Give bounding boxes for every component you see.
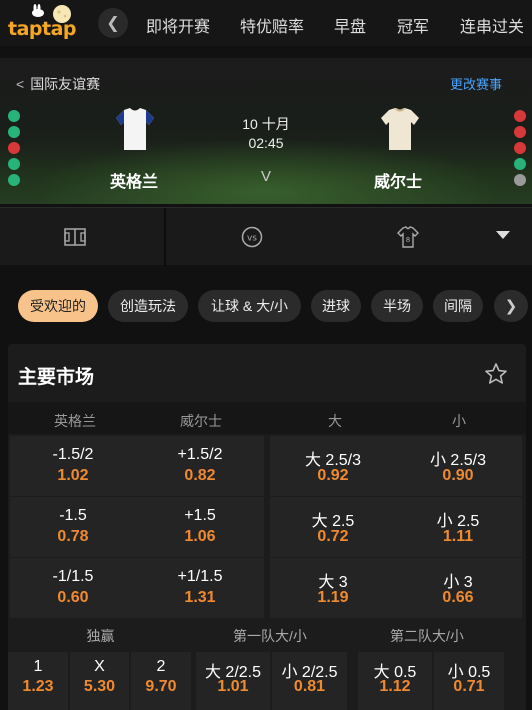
section-title: 主要市场 xyxy=(18,367,95,388)
favorite-star-icon[interactable] xyxy=(484,362,508,386)
odds-line: 1 xyxy=(33,658,43,675)
odds-price: 0.92 xyxy=(317,467,349,484)
odds-cell[interactable]: 大 3 1.19 xyxy=(270,558,396,618)
match-date: 10 十月 xyxy=(242,116,290,132)
odds-cell[interactable]: 大 2.5 0.72 xyxy=(270,497,396,557)
change-match-link[interactable]: 更改赛事 xyxy=(450,74,502,93)
odds-cell[interactable]: 小 3 0.66 xyxy=(394,558,522,618)
league-breadcrumb[interactable]: < 国际友谊赛 xyxy=(16,74,100,94)
league-name: 国际友谊赛 xyxy=(30,76,101,92)
odds-cell[interactable]: -1/1.5 0.60 xyxy=(10,558,136,618)
odds-line: +1.5 xyxy=(184,507,216,524)
header-under: 小 xyxy=(452,413,466,429)
pitch-icon[interactable] xyxy=(64,226,86,248)
odds-line: -1.5/2 xyxy=(52,446,94,463)
filter-goals[interactable]: 进球 xyxy=(311,290,361,322)
svg-text:vs: vs xyxy=(247,234,257,244)
svg-text:8: 8 xyxy=(406,236,410,244)
odds-price: 1.02 xyxy=(57,467,89,484)
odds-price: 1.31 xyxy=(184,589,216,606)
odds-price: 1.11 xyxy=(442,528,474,545)
header-over: 大 xyxy=(328,413,342,429)
filter-create-bet[interactable]: 创造玩法 xyxy=(108,290,188,322)
odds-line: -1/1.5 xyxy=(52,568,94,585)
filter-half[interactable]: 半场 xyxy=(371,290,423,322)
odds-cell[interactable]: 2 9.70 xyxy=(131,652,191,710)
chevron-left-icon: ❮ xyxy=(106,15,120,32)
tab-parlay[interactable]: 连串过关 xyxy=(460,13,524,37)
market-filter-bar: 受欢迎的 创造玩法 让球 & 大/小 进球 半场 间隔 ❯ xyxy=(0,266,532,344)
odds-cell[interactable]: 小 2.5 1.11 xyxy=(394,497,522,557)
odds-line: +1/1.5 xyxy=(177,568,223,585)
filter-popular[interactable]: 受欢迎的 xyxy=(18,290,98,322)
divider xyxy=(164,208,166,266)
odds-price: 1.23 xyxy=(22,678,54,695)
odds-cell[interactable]: -1.5 0.78 xyxy=(10,497,136,557)
match-header: < 国际友谊赛 更改赛事 10 十月 02:45 英格兰 V 威尔士 xyxy=(0,58,532,204)
taptap-logo[interactable]: taptap xyxy=(8,4,80,42)
chevron-left-icon: < xyxy=(16,76,25,92)
odds-price: 5.30 xyxy=(83,678,116,695)
odds-price: 9.70 xyxy=(145,678,177,695)
odds-line: 2 xyxy=(156,658,166,675)
odds-cell[interactable]: +1.5 1.06 xyxy=(136,497,264,557)
odds-line: X xyxy=(94,658,105,675)
logo-text: taptap xyxy=(8,18,77,40)
odds-price: 1.12 xyxy=(379,678,411,695)
odds-cell[interactable]: 大 0.5 1.12 xyxy=(358,652,432,710)
market-column-headers: 英格兰 威尔士 大 小 xyxy=(8,402,526,434)
main-markets-panel: 主要市场 英格兰 威尔士 大 小 -1.5/2 1.02 +1.5/2 0.82 大 2… xyxy=(8,344,526,710)
top-nav: taptap ❮ 即将开赛 特优赔率 早盘 冠军 连串过关 xyxy=(0,0,532,46)
filter-scroll-right-button[interactable]: ❯ xyxy=(494,290,528,322)
header-home: 英格兰 xyxy=(54,413,96,429)
odds-price: 0.90 xyxy=(442,467,474,484)
odds-price: 0.82 xyxy=(184,467,216,484)
odds-cell[interactable]: 小 2.5/3 0.90 xyxy=(394,436,522,496)
odds-price: 1.01 xyxy=(217,678,249,695)
view-toggle-bar: vs 8 xyxy=(0,207,532,266)
odds-price: 0.72 xyxy=(317,528,349,545)
versus-icon[interactable]: vs xyxy=(241,226,263,248)
tab-upcoming[interactable]: 即将开赛 xyxy=(146,13,210,37)
odds-cell[interactable]: -1.5/2 1.02 xyxy=(10,436,136,496)
odds-price: 0.78 xyxy=(57,528,89,545)
chevron-down-icon[interactable] xyxy=(496,231,510,239)
odds-cell[interactable]: 1 1.23 xyxy=(8,652,68,710)
filter-interval[interactable]: 间隔 xyxy=(433,290,483,322)
odds-price: 1.19 xyxy=(317,589,349,606)
odds-cell[interactable]: 大 2/2.5 1.01 xyxy=(196,652,270,710)
tab-champion[interactable]: 冠军 xyxy=(397,13,429,37)
away-team-name: 威尔士 xyxy=(374,174,423,191)
odds-cell[interactable]: 小 0.5 0.71 xyxy=(434,652,504,710)
odds-line: +1.5/2 xyxy=(177,446,223,463)
odds-price: 0.81 xyxy=(293,678,326,695)
odds-price: 1.06 xyxy=(184,528,216,545)
odds-price: 0.66 xyxy=(442,589,474,606)
odds-cell[interactable]: +1/1.5 1.31 xyxy=(136,558,264,618)
versus-label: V xyxy=(260,168,271,185)
header-away: 威尔士 xyxy=(180,413,222,429)
tab-early[interactable]: 早盘 xyxy=(334,13,366,37)
tab-special-odds[interactable]: 特优赔率 xyxy=(240,13,304,37)
odds-price: 0.60 xyxy=(57,589,89,606)
back-button[interactable]: ❮ xyxy=(98,8,128,38)
odds-cell[interactable]: +1.5/2 0.82 xyxy=(136,436,264,496)
odds-price: 0.71 xyxy=(453,678,485,695)
match-time: 02:45 xyxy=(248,135,284,151)
chevron-right-icon: ❯ xyxy=(504,298,518,315)
odds-cell[interactable]: X 5.30 xyxy=(70,652,129,710)
jersey-icon[interactable]: 8 xyxy=(397,226,419,248)
odds-cell[interactable]: 大 2.5/3 0.92 xyxy=(270,436,396,496)
filter-handicap-ou[interactable]: 让球 & 大/小 xyxy=(198,290,301,322)
odds-line: -1.5 xyxy=(59,507,87,524)
odds-cell[interactable]: 小 2/2.5 0.81 xyxy=(272,652,347,710)
